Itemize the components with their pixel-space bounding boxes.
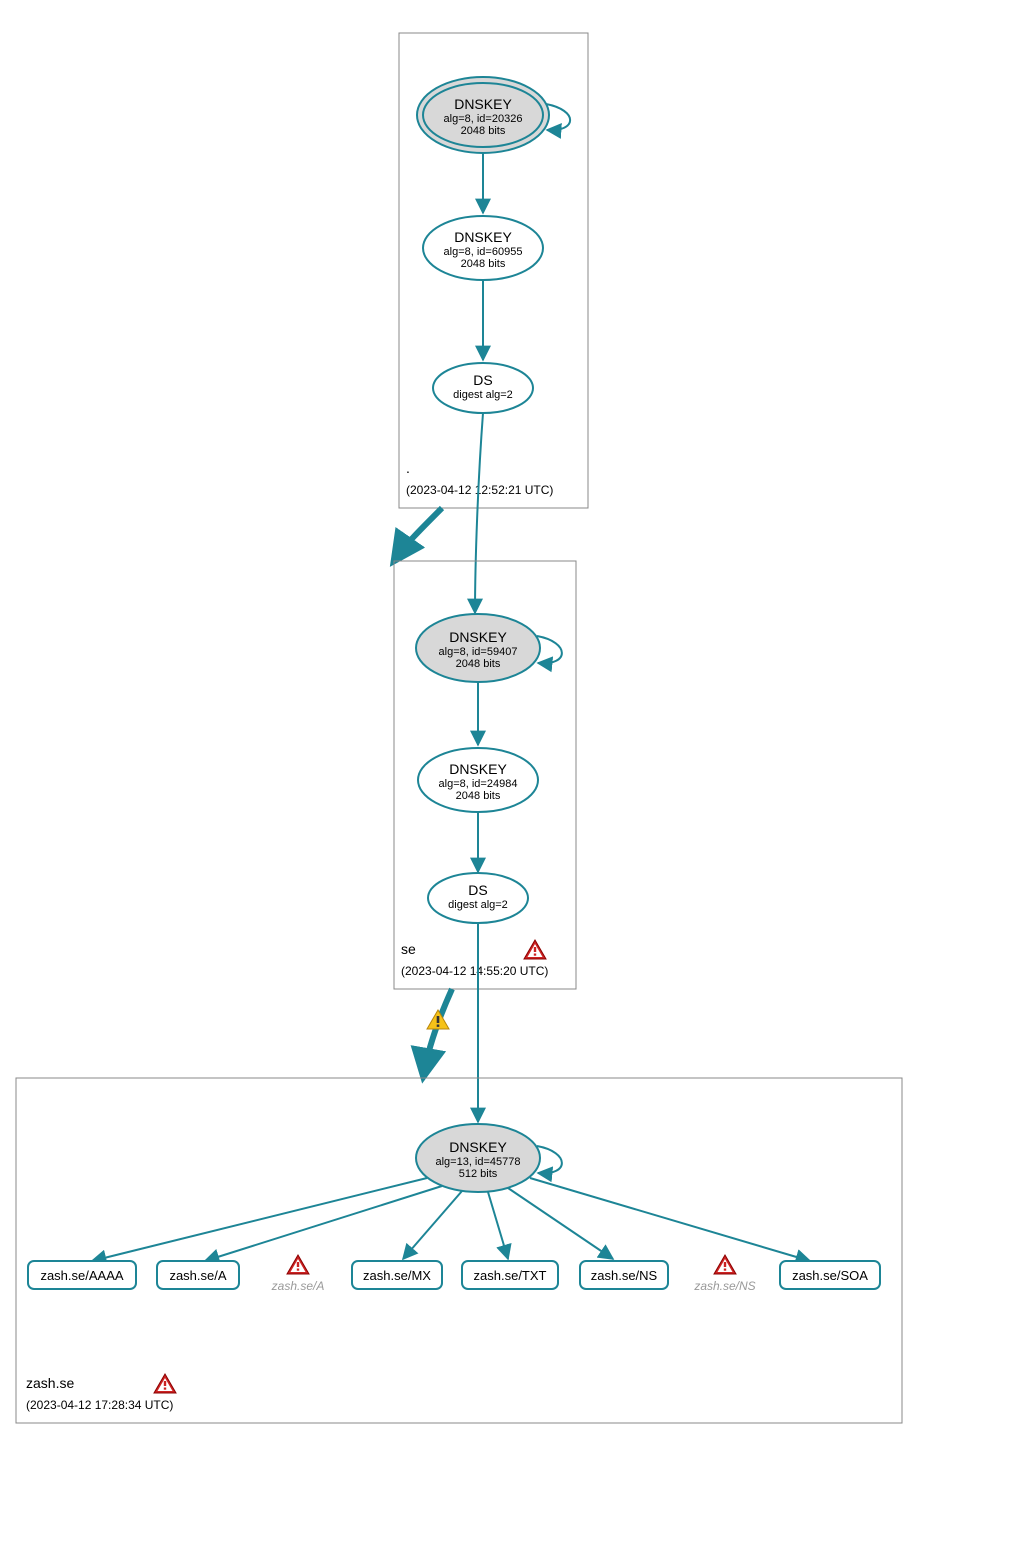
svg-text:alg=8, id=59407: alg=8, id=59407	[439, 646, 518, 658]
rrset-soa: zash.se/SOA	[780, 1261, 880, 1289]
missing-ns: zash.se/NS	[693, 1255, 755, 1293]
rrset-ns: zash.se/NS	[580, 1261, 668, 1289]
svg-text:zash.se/AAAA: zash.se/AAAA	[40, 1268, 123, 1283]
node-se-ksk: DNSKEY alg=8, id=59407 2048 bits	[416, 614, 540, 682]
svg-text:zash.se/TXT: zash.se/TXT	[474, 1268, 547, 1283]
svg-text:zash.se/A: zash.se/A	[271, 1279, 325, 1293]
svg-text:zash.se/SOA: zash.se/SOA	[792, 1268, 868, 1283]
warning-icon-zash	[154, 1374, 176, 1393]
warning-icon-delegation	[427, 1010, 449, 1029]
svg-text:512 bits: 512 bits	[459, 1168, 498, 1180]
svg-text:2048 bits: 2048 bits	[461, 258, 506, 270]
node-root-ksk: DNSKEY alg=8, id=20326 2048 bits	[417, 77, 549, 153]
node-se-zsk: DNSKEY alg=8, id=24984 2048 bits	[418, 748, 538, 812]
edge-zash-to-mx	[403, 1191, 462, 1259]
svg-text:2048 bits: 2048 bits	[456, 658, 501, 670]
edge-root-to-se-delegation	[396, 508, 442, 558]
node-se-ds: DS digest alg=2	[428, 873, 528, 923]
zone-se-label: se	[401, 941, 416, 957]
svg-text:zash.se/NS: zash.se/NS	[693, 1279, 755, 1293]
svg-text:DS: DS	[473, 372, 492, 388]
svg-text:DNSKEY: DNSKEY	[449, 761, 507, 777]
svg-text:2048 bits: 2048 bits	[456, 790, 501, 802]
zone-zash-timestamp: (2023-04-12 17:28:34 UTC)	[26, 1398, 173, 1412]
svg-text:alg=13, id=45778: alg=13, id=45778	[435, 1156, 520, 1168]
edge-zash-to-aaaa	[92, 1178, 427, 1261]
svg-text:zash.se/NS: zash.se/NS	[591, 1268, 658, 1283]
edge-root-ds-to-se-ksk	[475, 413, 483, 613]
svg-text:alg=8, id=60955: alg=8, id=60955	[444, 246, 523, 258]
dnssec-chain-diagram: . (2023-04-12 12:52:21 UTC) DNSKEY alg=8…	[0, 0, 1023, 1560]
rrset-aaaa: zash.se/AAAA	[28, 1261, 136, 1289]
svg-text:DNSKEY: DNSKEY	[454, 96, 512, 112]
svg-text:DS: DS	[468, 882, 487, 898]
rrset-txt: zash.se/TXT	[462, 1261, 558, 1289]
rrset-mx: zash.se/MX	[352, 1261, 442, 1289]
warning-icon-missing-a	[287, 1255, 309, 1274]
rrset-a: zash.se/A	[157, 1261, 239, 1289]
svg-text:DNSKEY: DNSKEY	[449, 629, 507, 645]
zone-zash-label: zash.se	[26, 1375, 74, 1391]
svg-text:zash.se/A: zash.se/A	[169, 1268, 226, 1283]
edge-zash-to-txt	[488, 1192, 508, 1259]
edge-zash-to-soa	[530, 1178, 810, 1261]
zone-zash: zash.se (2023-04-12 17:28:34 UTC) DNSKEY…	[16, 1078, 902, 1423]
node-root-zsk: DNSKEY alg=8, id=60955 2048 bits	[423, 216, 543, 280]
svg-text:DNSKEY: DNSKEY	[449, 1139, 507, 1155]
svg-text:2048 bits: 2048 bits	[461, 125, 506, 137]
zone-root: . (2023-04-12 12:52:21 UTC) DNSKEY alg=8…	[399, 33, 588, 508]
svg-text:zash.se/MX: zash.se/MX	[363, 1268, 431, 1283]
zone-root-timestamp: (2023-04-12 12:52:21 UTC)	[406, 483, 553, 497]
svg-text:alg=8, id=24984: alg=8, id=24984	[439, 778, 518, 790]
svg-text:alg=8, id=20326: alg=8, id=20326	[444, 113, 523, 125]
zone-root-label: .	[406, 460, 410, 476]
edge-se-to-zash-delegation	[424, 989, 452, 1073]
svg-text:DNSKEY: DNSKEY	[454, 229, 512, 245]
warning-icon-se	[524, 940, 546, 959]
svg-text:digest alg=2: digest alg=2	[448, 899, 508, 911]
svg-text:digest alg=2: digest alg=2	[453, 389, 513, 401]
missing-a: zash.se/A	[271, 1255, 325, 1293]
zone-se-timestamp: (2023-04-12 14:55:20 UTC)	[401, 964, 548, 978]
zone-se: se (2023-04-12 14:55:20 UTC) DNSKEY alg=…	[394, 561, 576, 989]
warning-icon-missing-ns	[714, 1255, 736, 1274]
node-zash-ksk: DNSKEY alg=13, id=45778 512 bits	[416, 1124, 540, 1192]
node-root-ds: DS digest alg=2	[433, 363, 533, 413]
